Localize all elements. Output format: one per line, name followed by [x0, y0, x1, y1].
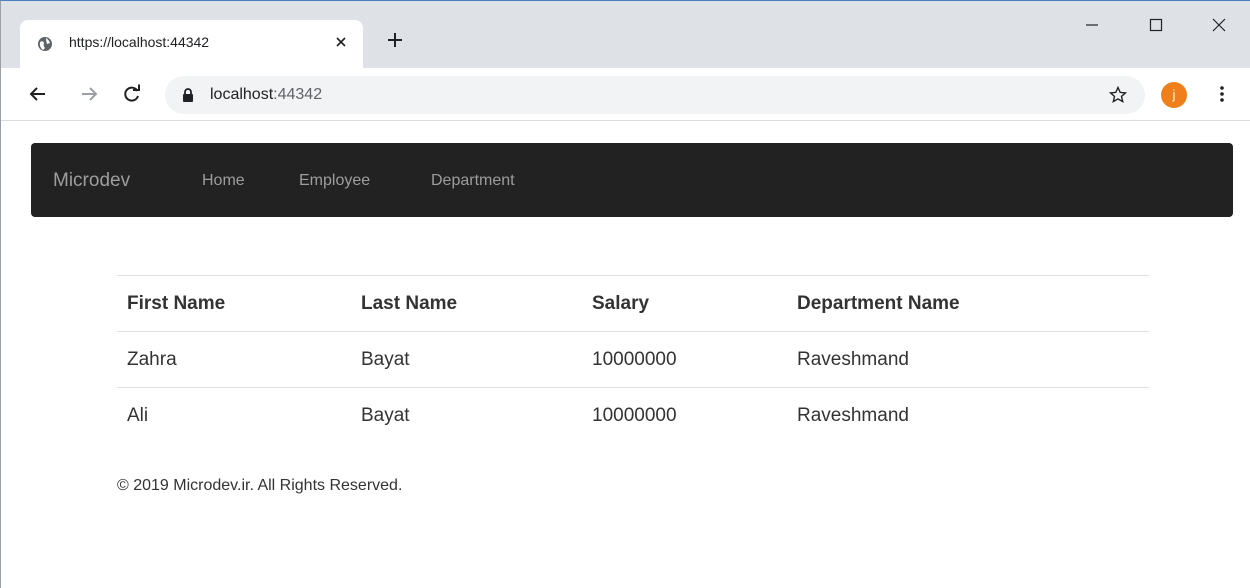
nav-link-department[interactable]: Department [431, 172, 515, 190]
cell-salary: 10000000 [582, 331, 787, 388]
address-bar[interactable]: localhost:44342 [165, 76, 1145, 114]
cell-first-name: Zahra [117, 331, 351, 388]
close-tab-icon[interactable] [332, 33, 350, 51]
brand-link[interactable]: Microdev [53, 170, 130, 192]
cell-last-name: Bayat [351, 331, 582, 388]
url-text: localhost:44342 [210, 86, 322, 104]
cell-salary: 10000000 [582, 387, 787, 444]
employee-table: First Name Last Name Salary Department N… [117, 275, 1149, 444]
minimize-icon[interactable] [1082, 15, 1102, 35]
browser-tab[interactable]: https://localhost:44342 [20, 20, 363, 68]
footer-copyright: © 2019 Microdev.ir. All Rights Reserved. [117, 477, 403, 494]
globe-icon [37, 36, 53, 52]
table-row: Ali Bayat 10000000 Raveshmand [117, 387, 1149, 444]
site-navbar: Microdev Home Employee Department [31, 143, 1233, 217]
lock-icon [181, 88, 195, 102]
cell-last-name: Bayat [351, 387, 582, 444]
nav-link-employee[interactable]: Employee [299, 172, 370, 190]
browser-toolbar: localhost:44342 j [1, 68, 1250, 121]
more-menu-icon[interactable] [1212, 84, 1232, 104]
table-header-row: First Name Last Name Salary Department N… [117, 275, 1149, 332]
table-row: Zahra Bayat 10000000 Raveshmand [117, 331, 1149, 388]
tab-title: https://localhost:44342 [69, 34, 210, 50]
profile-avatar[interactable]: j [1161, 82, 1187, 108]
tab-strip: https://localhost:44342 [1, 1, 1250, 68]
forward-arrow-icon[interactable] [79, 84, 99, 104]
column-header-salary: Salary [582, 275, 787, 332]
column-header-department-name: Department Name [787, 275, 1149, 332]
url-port: :44342 [273, 86, 323, 103]
maximize-icon[interactable] [1146, 15, 1166, 35]
cell-department-name: Raveshmand [787, 331, 1149, 388]
cell-first-name: Ali [117, 387, 351, 444]
column-header-first-name: First Name [117, 275, 351, 332]
browser-window: https://localhost:44342 localhost:44342 … [0, 0, 1250, 588]
bookmark-star-icon[interactable] [1109, 86, 1127, 104]
url-host: localhost [210, 86, 274, 103]
back-arrow-icon[interactable] [28, 84, 48, 104]
nav-link-home[interactable]: Home [202, 172, 245, 190]
close-window-icon[interactable] [1209, 15, 1229, 35]
column-header-last-name: Last Name [351, 275, 582, 332]
new-tab-icon[interactable] [386, 31, 404, 49]
cell-department-name: Raveshmand [787, 387, 1149, 444]
reload-icon[interactable] [122, 84, 142, 104]
